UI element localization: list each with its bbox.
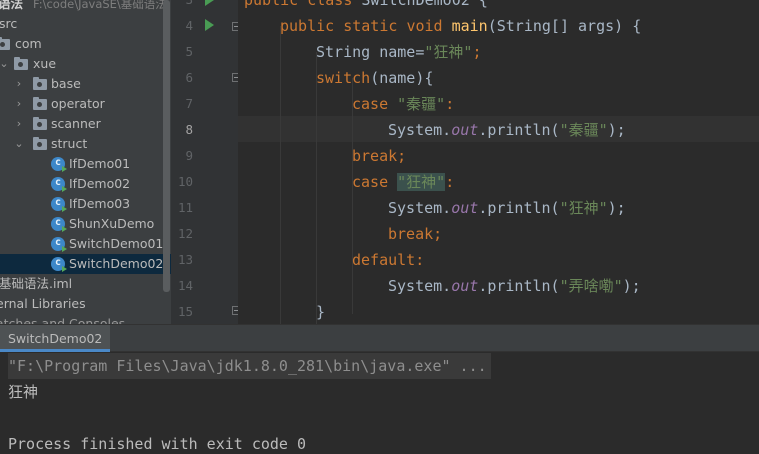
code-line-3: public class SwitchDemo02 { bbox=[244, 0, 488, 9]
console-command-line[interactable]: "F:\Program Files\Java\jdk1.8.0_281\bin\… bbox=[8, 353, 491, 379]
code-line-7: case "秦疆": bbox=[352, 95, 455, 113]
project-root-path: F:\code\JavaSE\基础语法 bbox=[33, 0, 167, 11]
tree-item-label: scanner bbox=[51, 116, 101, 131]
java-class-icon bbox=[51, 256, 67, 272]
chevron-right-icon[interactable]: › bbox=[14, 94, 24, 114]
run-tool-window-tabs: SwitchDemo02 bbox=[0, 324, 759, 352]
run-main-icon[interactable] bbox=[205, 19, 214, 31]
tree-item-base[interactable]: › base bbox=[0, 74, 171, 94]
run-class-icon[interactable] bbox=[205, 0, 214, 6]
package-folder-icon bbox=[33, 97, 47, 110]
line-number: 10 bbox=[177, 174, 193, 189]
tree-item-switchdemo01[interactable]: SwitchDemo01 bbox=[0, 234, 171, 254]
line-number: 13 bbox=[177, 252, 193, 267]
console-output: 狂神 bbox=[8, 383, 39, 401]
project-tree-panel: 语法 F:\code\JavaSE\基础语法 src com ⌄ xue › b… bbox=[0, 0, 171, 324]
indent-guide bbox=[316, 52, 317, 324]
tree-item-label: com bbox=[15, 36, 42, 51]
project-root-row[interactable]: 语法 F:\code\JavaSE\基础语法 bbox=[0, 0, 171, 14]
code-line-15: } bbox=[316, 303, 326, 321]
tree-item-label: src bbox=[0, 16, 18, 31]
tree-item-scratches[interactable]: atches and Consoles bbox=[0, 314, 171, 324]
line-number: 6 bbox=[185, 70, 193, 85]
java-class-icon bbox=[51, 156, 67, 172]
line-number: 14 bbox=[177, 278, 193, 293]
project-scrollbar[interactable] bbox=[163, 0, 170, 292]
code-editor[interactable]: public class SwitchDemo02 { public stati… bbox=[238, 0, 759, 324]
search-match-highlight: "狂神" bbox=[397, 173, 446, 191]
tree-item-struct[interactable]: ⌄ struct bbox=[0, 134, 171, 154]
tree-item-label: base bbox=[51, 76, 81, 91]
tree-item-switchdemo02[interactable]: SwitchDemo02 bbox=[0, 254, 171, 274]
tree-item-label: operator bbox=[51, 96, 105, 111]
package-folder-icon bbox=[33, 117, 47, 130]
code-line-13: default: bbox=[352, 251, 425, 269]
java-class-icon bbox=[51, 196, 67, 212]
line-number: 3 bbox=[171, 0, 193, 13]
tree-item-scanner[interactable]: › scanner bbox=[0, 114, 171, 134]
code-line-8: System.out.println("秦疆"); bbox=[388, 121, 626, 139]
code-line-4: public static void main(String[] args) { bbox=[280, 17, 642, 35]
code-line-12: break; bbox=[388, 225, 443, 243]
package-folder-icon bbox=[33, 77, 47, 90]
tree-item-label: IfDemo01 bbox=[69, 156, 131, 171]
tree-item-label: ernal Libraries bbox=[0, 296, 86, 311]
line-number: 12 bbox=[177, 226, 193, 241]
run-console[interactable]: "F:\Program Files\Java\jdk1.8.0_281\bin\… bbox=[0, 352, 759, 454]
indent-guide bbox=[280, 26, 281, 324]
editor-gutter: 3 4 5 6 7 8 9 10 11 12 13 14 15 bbox=[171, 0, 238, 324]
tree-item-label: SwitchDemo01 bbox=[69, 236, 164, 251]
tree-item-iml-file[interactable]: 基础语法.iml bbox=[0, 274, 171, 294]
tree-item-ifdemo01[interactable]: IfDemo01 bbox=[0, 154, 171, 174]
tree-item-src[interactable]: src bbox=[0, 14, 171, 34]
line-number: 15 bbox=[177, 304, 193, 319]
chevron-down-icon[interactable]: ⌄ bbox=[0, 54, 9, 74]
java-class-icon bbox=[51, 176, 67, 192]
tab-switchdemo02-run[interactable]: SwitchDemo02 bbox=[0, 325, 111, 352]
tree-item-label: SwitchDemo02 bbox=[69, 256, 164, 271]
line-number: 7 bbox=[185, 96, 193, 111]
code-line-14: System.out.println("弄啥嘞"); bbox=[388, 277, 641, 295]
tree-item-label: atches and Consoles bbox=[0, 316, 126, 324]
tree-item-ifdemo03[interactable]: IfDemo03 bbox=[0, 194, 171, 214]
package-folder-icon bbox=[33, 137, 47, 150]
tree-item-com[interactable]: com bbox=[0, 34, 171, 54]
tree-item-operator[interactable]: › operator bbox=[0, 94, 171, 114]
package-folder-icon bbox=[14, 57, 28, 70]
tree-item-label: xue bbox=[33, 56, 57, 71]
tree-item-ifdemo02[interactable]: IfDemo02 bbox=[0, 174, 171, 194]
chevron-right-icon[interactable]: › bbox=[14, 114, 24, 134]
code-line-10: case "狂神": bbox=[352, 173, 455, 191]
code-line-5: String name="狂神"; bbox=[316, 43, 482, 61]
tree-item-label: ShunXuDemo bbox=[69, 216, 155, 231]
line-number: 4 bbox=[185, 18, 193, 33]
tree-item-label: 基础语法.iml bbox=[0, 276, 73, 291]
chevron-down-icon[interactable]: ⌄ bbox=[14, 134, 24, 154]
chevron-right-icon[interactable]: › bbox=[14, 74, 24, 94]
tree-item-xue[interactable]: ⌄ xue bbox=[0, 54, 171, 74]
line-number-active: 8 bbox=[185, 122, 193, 137]
line-number: 11 bbox=[177, 200, 193, 215]
project-root-name: 语法 bbox=[0, 0, 24, 11]
tree-item-external-libraries[interactable]: ernal Libraries bbox=[0, 294, 171, 314]
console-exit-message: Process finished with exit code 0 bbox=[8, 435, 307, 453]
package-folder-icon bbox=[0, 37, 10, 50]
line-number: 9 bbox=[185, 148, 193, 163]
code-line-9: break; bbox=[352, 147, 407, 165]
line-number: 5 bbox=[185, 44, 193, 59]
java-class-icon bbox=[51, 236, 67, 252]
tree-item-label: struct bbox=[51, 136, 88, 151]
tree-item-label: IfDemo02 bbox=[69, 176, 131, 191]
code-line-6: switch(name){ bbox=[316, 69, 434, 87]
code-line-11: System.out.println("狂神"); bbox=[388, 199, 626, 217]
tree-item-label: IfDemo03 bbox=[69, 196, 131, 211]
tree-item-shunxudemo[interactable]: ShunXuDemo bbox=[0, 214, 171, 234]
java-class-icon bbox=[51, 216, 67, 232]
